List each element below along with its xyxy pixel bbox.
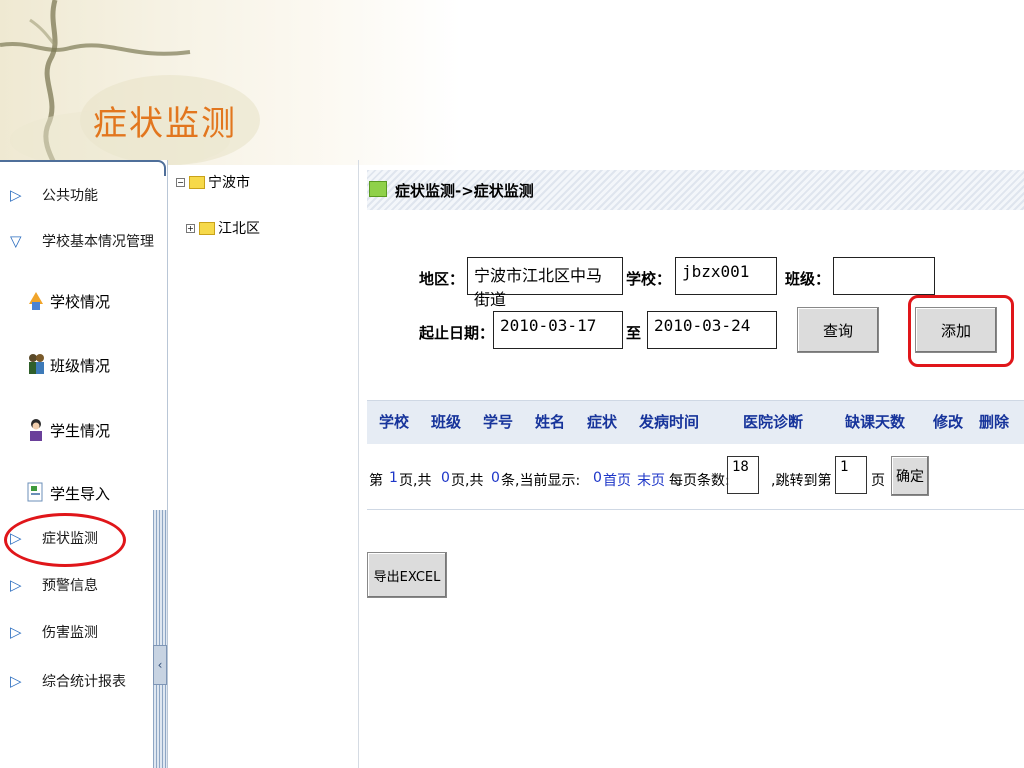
query-button[interactable]: 查询 — [797, 307, 879, 353]
tree-node-jiangbei[interactable]: + 江北区 — [186, 218, 260, 238]
class-field[interactable] — [833, 257, 935, 295]
region-field[interactable]: 宁波市江北区中马街道 — [467, 257, 623, 309]
folder-icon — [199, 221, 215, 235]
triangle-right-icon: ▷ — [10, 186, 22, 204]
jump-label: ,跳转到第 — [771, 473, 832, 489]
pager-current-shown: 0 — [593, 470, 602, 486]
column-header[interactable]: 缺课天数 — [845, 411, 905, 432]
sidebar-item-label: 预警信息 — [42, 578, 98, 594]
table-header: 学校 班级 学号 姓名 症状 发病时间 医院诊断 缺课天数 修改 删除 — [367, 400, 1024, 444]
sidebar-item-school-management[interactable]: ▽ 学校基本情况管理 — [10, 231, 154, 251]
pagination-bar: 第 1 页,共 0 页,共 0 条,当前显示: 0 首页 末页 每页条数: 18… — [367, 456, 1024, 510]
date-to-label: 至 — [626, 324, 642, 342]
sidebar-item-label: 伤害监测 — [42, 625, 98, 641]
tree-node-label: 宁波市 — [208, 175, 250, 191]
sidebar: ▷ 公共功能 ▽ 学校基本情况管理 学校情况 班级情况 学生情况 学生导入 ▷ … — [0, 160, 168, 768]
triangle-right-icon: ▷ — [10, 623, 22, 641]
sidebar-subitem-class[interactable]: 班级情况 — [26, 352, 110, 378]
jump-page-input[interactable]: 1 — [835, 456, 867, 494]
sidebar-item-label: 综合统计报表 — [42, 674, 126, 690]
sidebar-item-warning[interactable]: ▷ 预警信息 — [10, 575, 98, 595]
student-icon — [26, 417, 46, 443]
column-header[interactable]: 修改 — [933, 411, 963, 432]
date-range-label: 起止日期： — [419, 324, 495, 342]
page-title: 症状监测 — [93, 104, 237, 144]
sidebar-item-label: 公共功能 — [42, 188, 98, 204]
end-date-field[interactable]: 2010-03-24 — [647, 311, 777, 349]
per-page-input[interactable]: 18 — [727, 456, 759, 494]
collapse-icon[interactable]: − — [176, 177, 185, 187]
sidebar-subitem-school[interactable]: 学校情况 — [26, 288, 110, 314]
main-panel: 症状监测->症状监测 地区： 宁波市江北区中马街道 学校： jbzx001 班级… — [358, 160, 1024, 768]
sidebar-collapse-button[interactable]: ‹ — [153, 645, 167, 685]
column-header[interactable]: 班级 — [431, 411, 461, 432]
pager-records-text: 条,当前显示: — [501, 473, 581, 489]
class-label: 班级： — [785, 270, 831, 288]
breadcrumb-bar: 症状监测->症状监测 — [367, 170, 1024, 210]
confirm-button[interactable]: 确定 — [891, 456, 929, 496]
last-page-link[interactable]: 末页 — [637, 470, 665, 490]
sidebar-subitem-student[interactable]: 学生情况 — [26, 417, 110, 443]
column-header[interactable]: 医院诊断 — [743, 411, 803, 432]
page-suffix: 页 — [871, 473, 885, 489]
per-page-label: 每页条数: — [669, 473, 730, 489]
breadcrumb: 症状监测->症状监测 — [395, 182, 534, 200]
sidebar-subitem-import[interactable]: 学生导入 — [26, 480, 110, 506]
sidebar-subitem-label: 学生导入 — [50, 484, 111, 503]
sidebar-scrollbar[interactable] — [153, 510, 167, 768]
triangle-down-icon: ▽ — [10, 232, 22, 250]
column-header[interactable]: 姓名 — [535, 411, 565, 432]
tree-node-label: 江北区 — [218, 221, 260, 237]
column-header[interactable]: 学号 — [483, 411, 513, 432]
highlight-rectangle — [908, 295, 1014, 367]
class-icon — [26, 352, 46, 378]
column-header[interactable]: 症状 — [587, 411, 617, 432]
highlight-ellipse — [4, 513, 126, 567]
sidebar-subitem-label: 班级情况 — [50, 356, 111, 375]
expand-icon[interactable]: + — [186, 223, 195, 233]
header-banner: 症状监测 — [0, 0, 1024, 165]
sidebar-item-injury[interactable]: ▷ 伤害监测 — [10, 622, 98, 642]
start-date-field[interactable]: 2010-03-17 — [493, 311, 623, 349]
sidebar-item-label: 学校基本情况管理 — [42, 234, 154, 250]
triangle-right-icon: ▷ — [10, 576, 22, 594]
sidebar-item-public[interactable]: ▷ 公共功能 — [10, 185, 98, 205]
tree-node-ningbo[interactable]: − 宁波市 — [176, 172, 250, 192]
pager-pages-text: 页,共 — [451, 473, 484, 489]
column-header[interactable]: 学校 — [379, 411, 409, 432]
sidebar-item-reports[interactable]: ▷ 综合统计报表 — [10, 671, 126, 691]
folder-icon — [189, 175, 205, 189]
triangle-right-icon: ▷ — [10, 672, 22, 690]
sidebar-subitem-label: 学校情况 — [50, 292, 111, 311]
breadcrumb-icon — [369, 181, 387, 197]
sidebar-subitem-label: 学生情况 — [50, 421, 111, 440]
sidebar-frame — [0, 160, 166, 176]
pager-total-pages: 0 — [441, 470, 450, 486]
import-icon — [26, 480, 46, 506]
column-header[interactable]: 发病时间 — [639, 411, 699, 432]
pager-prefix: 第 — [369, 473, 383, 489]
pager-page-number: 1 — [389, 470, 398, 486]
school-icon — [26, 288, 46, 314]
pager-page-text: 页,共 — [399, 473, 432, 489]
export-excel-button[interactable]: 导出EXCEL — [367, 552, 447, 598]
pager-total-records: 0 — [491, 470, 500, 486]
first-page-link[interactable]: 首页 — [603, 470, 631, 490]
region-label: 地区： — [419, 270, 465, 288]
school-field[interactable]: jbzx001 — [675, 257, 777, 295]
column-header[interactable]: 删除 — [979, 411, 1009, 432]
school-label: 学校： — [626, 270, 672, 288]
